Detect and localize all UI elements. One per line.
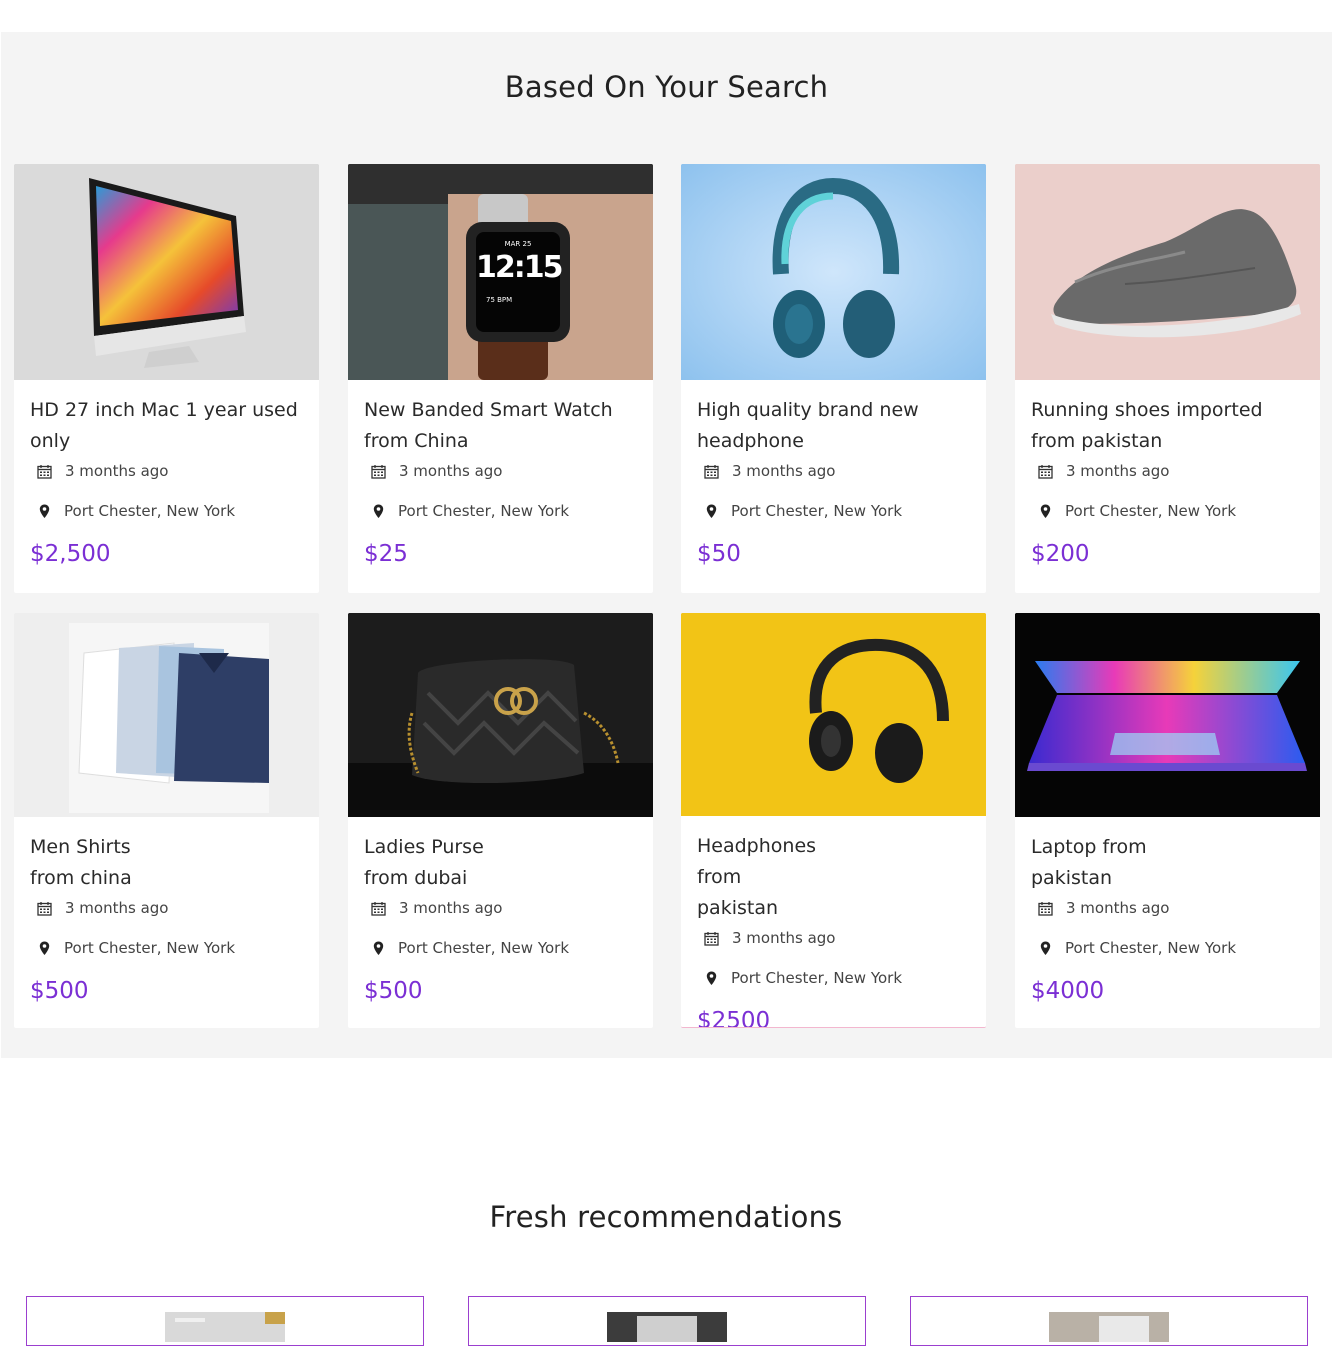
watch-date: MAR 25	[504, 240, 532, 248]
product-image-laptop[interactable]	[1015, 613, 1320, 817]
location-text: Port Chester, New York	[398, 502, 570, 520]
location-text: Port Chester, New York	[398, 939, 570, 957]
product-card[interactable]: Men Shirts from china 3 months ago Port …	[14, 613, 319, 1028]
post-date: 3 months ago	[364, 899, 637, 917]
section-title: Based On Your Search	[504, 70, 829, 104]
fresh-product-image[interactable]	[1049, 1312, 1169, 1342]
product-card[interactable]: Headphones from pakistan 3 months ago Po…	[681, 613, 986, 1028]
post-location: Port Chester, New York	[30, 939, 303, 957]
product-card[interactable]: MAR 25 12:15 75 BPM New Banded Smart Wat…	[348, 164, 653, 593]
product-price: $50	[697, 541, 741, 567]
fresh-product-image[interactable]	[607, 1312, 727, 1342]
product-title[interactable]: Laptop from pakistan	[1031, 832, 1161, 894]
product-image-smartwatch[interactable]: MAR 25 12:15 75 BPM	[348, 164, 653, 380]
calendar-icon	[703, 463, 720, 480]
date-text: 3 months ago	[65, 899, 169, 917]
post-location: Port Chester, New York	[364, 502, 637, 520]
product-price: $500	[30, 978, 89, 1004]
product-title[interactable]: High quality brand new headphone	[697, 395, 970, 457]
based-on-search-section: Based On Your Search HD 27 inch Mac 1 ye…	[1, 32, 1332, 1058]
product-title[interactable]: Headphones from pakistan	[697, 831, 817, 924]
map-pin-icon	[370, 503, 387, 520]
product-price: $200	[1031, 541, 1090, 567]
post-date: 3 months ago	[1031, 462, 1304, 480]
product-title[interactable]: Running shoes imported from pakistan	[1031, 395, 1304, 457]
map-pin-icon	[703, 970, 720, 987]
product-price: $4000	[1031, 978, 1105, 1004]
map-pin-icon	[36, 503, 53, 520]
date-text: 3 months ago	[732, 929, 836, 947]
product-title[interactable]: New Banded Smart Watch from China	[364, 395, 637, 457]
date-text: 3 months ago	[65, 462, 169, 480]
date-text: 3 months ago	[399, 899, 503, 917]
post-date: 3 months ago	[1031, 899, 1304, 917]
map-pin-icon	[370, 940, 387, 957]
product-image-shoes[interactable]	[1015, 164, 1320, 380]
watch-time: 12:15	[476, 250, 564, 285]
product-image-purse[interactable]	[348, 613, 653, 817]
product-image-shirts[interactable]	[14, 613, 319, 817]
post-date: 3 months ago	[364, 462, 637, 480]
fresh-product-image[interactable]	[165, 1312, 285, 1342]
watch-bpm: 75 BPM	[486, 296, 513, 304]
fresh-product-card[interactable]	[910, 1296, 1308, 1346]
calendar-icon	[36, 463, 53, 480]
product-card[interactable]: High quality brand new headphone 3 month…	[681, 164, 986, 593]
product-title[interactable]: HD 27 inch Mac 1 year used only	[30, 395, 303, 457]
post-location: Port Chester, New York	[697, 969, 970, 987]
map-pin-icon	[36, 940, 53, 957]
calendar-icon	[36, 900, 53, 917]
product-price: $2500	[697, 1008, 771, 1028]
map-pin-icon	[703, 503, 720, 520]
product-image-headphone-blue[interactable]	[681, 164, 986, 380]
post-date: 3 months ago	[697, 929, 970, 947]
product-card[interactable]: Running shoes imported from pakistan 3 m…	[1015, 164, 1320, 593]
calendar-icon	[703, 930, 720, 947]
post-location: Port Chester, New York	[364, 939, 637, 957]
product-image-imac[interactable]	[14, 164, 319, 380]
fresh-recommendations-section: Fresh recommendations	[0, 1058, 1332, 1346]
date-text: 3 months ago	[1066, 899, 1170, 917]
date-text: 3 months ago	[732, 462, 836, 480]
date-text: 3 months ago	[1066, 462, 1170, 480]
product-image-headphones-yellow[interactable]	[681, 613, 986, 816]
post-location: Port Chester, New York	[697, 502, 970, 520]
post-location: Port Chester, New York	[30, 502, 303, 520]
product-card[interactable]: Ladies Purse from dubai 3 months ago Por…	[348, 613, 653, 1028]
product-price: $25	[364, 541, 408, 567]
product-price: $500	[364, 978, 423, 1004]
fresh-product-card[interactable]	[26, 1296, 424, 1346]
post-location: Port Chester, New York	[1031, 939, 1304, 957]
map-pin-icon	[1037, 940, 1054, 957]
location-text: Port Chester, New York	[64, 502, 236, 520]
calendar-icon	[370, 463, 387, 480]
map-pin-icon	[1037, 503, 1054, 520]
date-text: 3 months ago	[399, 462, 503, 480]
calendar-icon	[1037, 900, 1054, 917]
location-text: Port Chester, New York	[1065, 939, 1237, 957]
product-title[interactable]: Ladies Purse from dubai	[364, 832, 484, 894]
product-title[interactable]: Men Shirts from china	[30, 832, 140, 894]
location-text: Port Chester, New York	[731, 969, 903, 987]
post-location: Port Chester, New York	[1031, 502, 1304, 520]
calendar-icon	[370, 900, 387, 917]
location-text: Port Chester, New York	[731, 502, 903, 520]
fresh-product-card[interactable]	[468, 1296, 866, 1346]
product-card[interactable]: HD 27 inch Mac 1 year used only 3 months…	[14, 164, 319, 593]
location-text: Port Chester, New York	[1065, 502, 1237, 520]
section-title: Fresh recommendations	[489, 1200, 843, 1234]
post-date: 3 months ago	[697, 462, 970, 480]
product-card[interactable]: Laptop from pakistan 3 months ago Port C…	[1015, 613, 1320, 1028]
post-date: 3 months ago	[30, 899, 303, 917]
calendar-icon	[1037, 463, 1054, 480]
post-date: 3 months ago	[30, 462, 303, 480]
location-text: Port Chester, New York	[64, 939, 236, 957]
product-price: $2,500	[30, 541, 111, 567]
